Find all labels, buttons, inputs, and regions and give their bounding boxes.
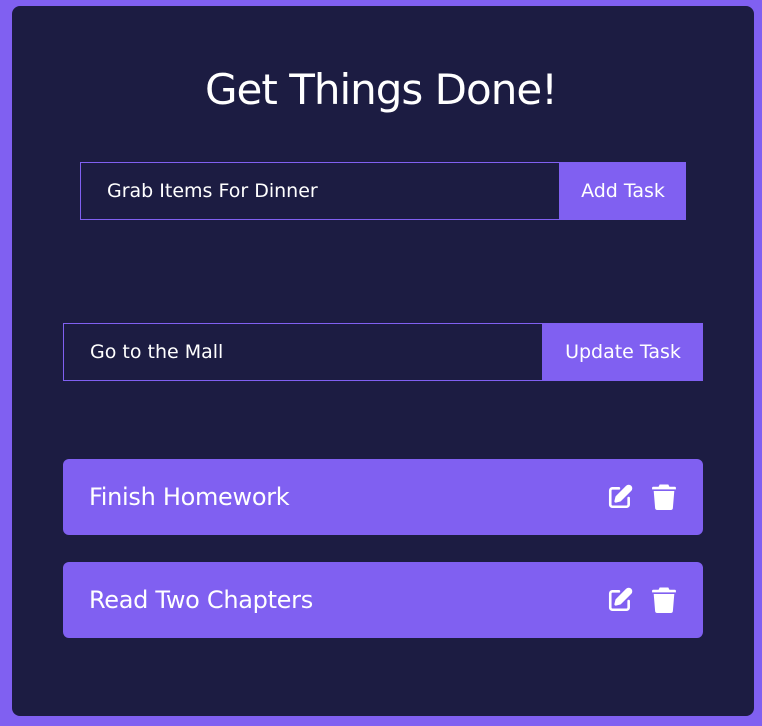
todo-actions <box>607 484 677 510</box>
todo-item-label[interactable]: Read Two Chapters <box>89 586 313 614</box>
edit-icon[interactable] <box>607 484 633 510</box>
add-task-input[interactable] <box>80 162 560 220</box>
update-task-form: Update Task <box>63 323 703 381</box>
todo-item: Finish Homework <box>63 459 703 535</box>
update-task-input[interactable] <box>63 323 543 381</box>
update-task-button[interactable]: Update Task <box>543 323 703 381</box>
todo-item-label[interactable]: Finish Homework <box>89 483 290 511</box>
edit-icon[interactable] <box>607 587 633 613</box>
add-task-button[interactable]: Add Task <box>560 162 686 220</box>
page-title: Get Things Done! <box>205 65 558 114</box>
add-task-form: Add Task <box>80 162 686 220</box>
trash-icon[interactable] <box>651 484 677 510</box>
todo-actions <box>607 587 677 613</box>
todo-item: Read Two Chapters <box>63 562 703 638</box>
trash-icon[interactable] <box>651 587 677 613</box>
